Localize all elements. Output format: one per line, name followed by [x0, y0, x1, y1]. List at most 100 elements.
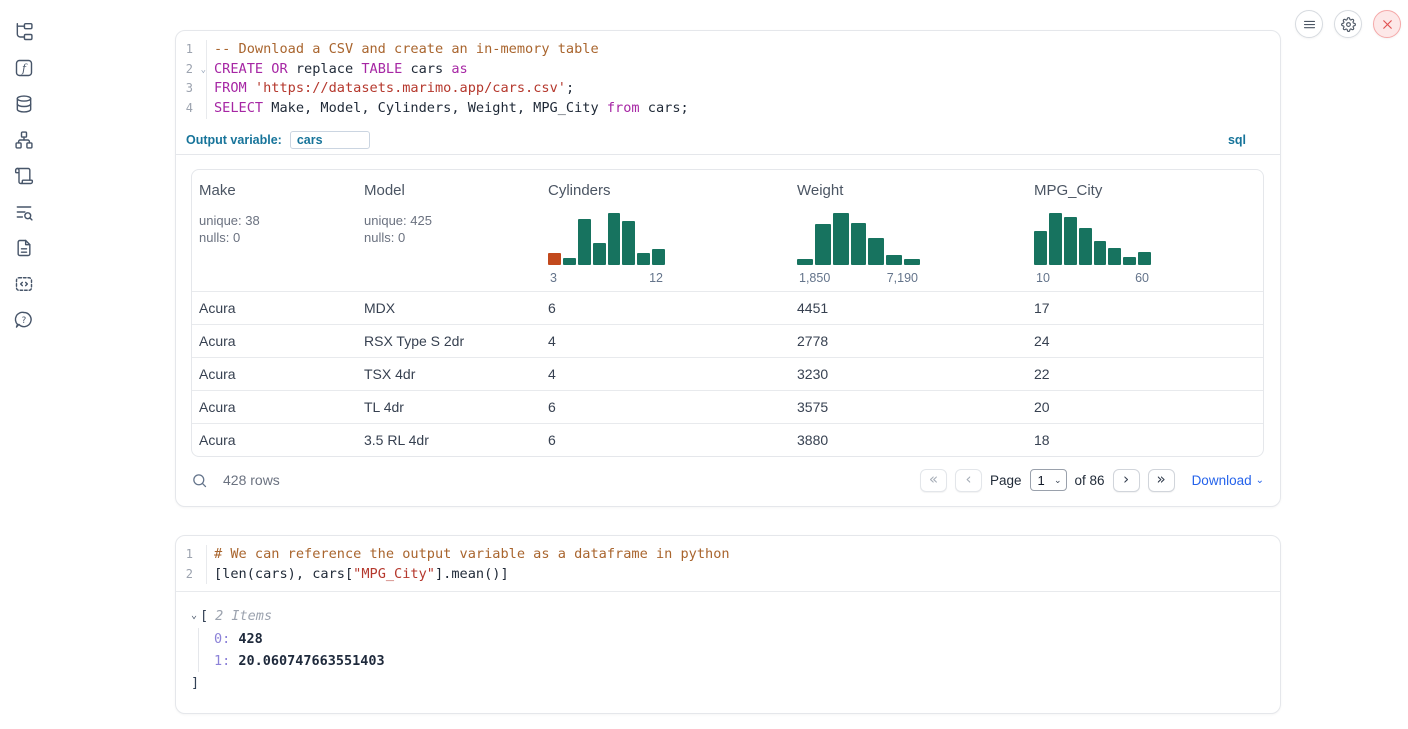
- file-tree-icon[interactable]: [13, 22, 35, 42]
- histogram-bar: [637, 253, 650, 265]
- null-count: nulls: 0: [364, 229, 541, 246]
- pagination: « ‹ Page 1 ⌄ of 86 › » Download ⌄: [920, 469, 1264, 492]
- search-button[interactable]: [191, 472, 208, 489]
- chevron-down-icon: ⌄: [1256, 475, 1264, 486]
- axis-max-label: 12: [649, 271, 663, 285]
- chevron-down-icon[interactable]: ⌄: [191, 605, 197, 627]
- code-line[interactable]: 2⌄CREATE OR replace TABLE cars as: [176, 60, 1280, 80]
- sql-cell: 1 -- Download a CSV and create an in-memo…: [175, 30, 1281, 507]
- column-header-model: Model unique: 425nulls: 0: [357, 182, 541, 285]
- line-number-gutter: 4: [176, 99, 207, 119]
- output-variable-strip: Output variable: sql: [176, 126, 1280, 155]
- previous-page-button[interactable]: ‹: [955, 469, 982, 492]
- menu-button[interactable]: [1295, 10, 1323, 38]
- histogram-bar: [1138, 252, 1151, 265]
- svg-text:f: f: [21, 62, 28, 75]
- histogram-bar: [1034, 231, 1047, 265]
- code-content[interactable]: FROM 'https://datasets.marimo.app/cars.c…: [214, 79, 574, 99]
- histogram-bar: [833, 213, 849, 265]
- item-value: 428: [238, 631, 262, 647]
- search-icon: [191, 472, 208, 489]
- histogram-bar: [851, 223, 867, 265]
- tree-root: ⌄[2 Items: [191, 605, 1280, 627]
- first-page-icon: «: [929, 472, 938, 487]
- download-button[interactable]: Download ⌄: [1192, 473, 1264, 488]
- code-token: replace: [288, 61, 362, 77]
- sidebar: f ?: [0, 0, 48, 729]
- code-content[interactable]: CREATE OR replace TABLE cars as: [214, 60, 468, 80]
- list-item: 0: 428: [214, 628, 1280, 650]
- scroll-log-icon[interactable]: [13, 166, 35, 186]
- histogram-axis-labels: 1060: [1034, 271, 1151, 285]
- last-page-button[interactable]: »: [1148, 469, 1175, 492]
- page-label: Page: [990, 473, 1022, 488]
- code-line[interactable]: 1 # We can reference the output variable …: [176, 545, 1280, 565]
- list-search-icon[interactable]: [13, 202, 35, 222]
- code-line[interactable]: 2 [len(cars), cars["MPG_City"].mean()]: [176, 565, 1280, 585]
- code-placeholder-icon[interactable]: [13, 274, 35, 294]
- line-number-gutter: 2: [176, 565, 207, 585]
- table-cell: Acura: [192, 399, 357, 415]
- column-name: Make: [199, 182, 357, 199]
- results-table: Makeunique: 38nulls: 0Modelunique: 425nu…: [191, 169, 1264, 457]
- histogram-bar: [548, 253, 561, 264]
- code-token: ;: [566, 80, 574, 96]
- language-tag[interactable]: sql: [1228, 133, 1246, 147]
- histogram-bar: [1064, 217, 1077, 265]
- table-footer: 428 rows « ‹ Page 1 ⌄ of 86 › » Download…: [176, 457, 1280, 506]
- first-page-button[interactable]: «: [920, 469, 947, 492]
- next-page-button[interactable]: ›: [1113, 469, 1140, 492]
- code-token: # We can reference the output variable a…: [214, 546, 730, 562]
- open-bracket: [: [200, 605, 208, 627]
- code-content[interactable]: # We can reference the output variable a…: [214, 545, 730, 565]
- item-index: 1:: [214, 653, 238, 669]
- python-code-editor[interactable]: 1 # We can reference the output variable …: [176, 536, 1280, 591]
- shutdown-button[interactable]: [1373, 10, 1401, 38]
- line-number: 3: [176, 79, 206, 99]
- null-count: nulls: 0: [199, 229, 357, 246]
- function-icon[interactable]: f: [13, 58, 35, 78]
- table-cell: 2778: [790, 333, 1027, 349]
- histogram-bars: [548, 213, 665, 265]
- code-token: cars: [402, 61, 451, 77]
- snippets-file-icon[interactable]: [13, 238, 35, 258]
- page-select[interactable]: 1 ⌄: [1030, 469, 1067, 491]
- histogram-bar: [1108, 248, 1121, 265]
- histogram-bar: [608, 213, 621, 265]
- table-cell: TL 4dr: [357, 399, 541, 415]
- histogram-bars: [797, 213, 920, 265]
- table-cell: Acura: [192, 432, 357, 448]
- help-icon[interactable]: ?: [13, 310, 35, 330]
- line-number-gutter: 1: [176, 40, 207, 60]
- line-number: 1: [176, 545, 206, 565]
- code-line[interactable]: 1 -- Download a CSV and create an in-memo…: [176, 40, 1280, 60]
- next-page-icon: ›: [1123, 472, 1129, 487]
- line-number: 1: [176, 40, 206, 60]
- histogram-bar: [1123, 257, 1136, 265]
- database-icon[interactable]: [13, 94, 35, 114]
- table-cell: MDX: [357, 300, 541, 316]
- code-line[interactable]: 4 SELECT Make, Model, Cylinders, Weight, …: [176, 99, 1280, 119]
- code-token: -- Download a CSV and create an in-memor…: [214, 41, 599, 57]
- code-content[interactable]: [len(cars), cars["MPG_City"].mean()]: [214, 565, 509, 585]
- line-number-gutter: 1: [176, 545, 207, 565]
- code-content[interactable]: SELECT Make, Model, Cylinders, Weight, M…: [214, 99, 689, 119]
- code-content[interactable]: -- Download a CSV and create an in-memor…: [214, 40, 599, 60]
- settings-button[interactable]: [1334, 10, 1362, 38]
- dependency-graph-icon[interactable]: [13, 130, 35, 150]
- column-stats: unique: 38nulls: 0: [199, 212, 357, 246]
- fold-chevron-icon[interactable]: ⌄: [201, 61, 206, 81]
- unique-count: unique: 425: [364, 212, 541, 229]
- sql-code-editor[interactable]: 1 -- Download a CSV and create an in-memo…: [176, 31, 1280, 126]
- table-row: AcuraRSX Type S 2dr4277824: [192, 324, 1263, 357]
- code-token: from: [607, 100, 640, 116]
- histogram-bar: [1049, 213, 1062, 265]
- column-header-weight: Weight1,8507,190: [790, 182, 1027, 285]
- column-name: Model: [364, 182, 541, 199]
- table-cell: 3.5 RL 4dr: [357, 432, 541, 448]
- axis-min-label: 3: [550, 271, 557, 285]
- table-row: AcuraTSX 4dr4323022: [192, 357, 1263, 390]
- column-name: MPG_City: [1034, 182, 1263, 199]
- output-variable-input[interactable]: [290, 131, 370, 149]
- code-line[interactable]: 3 FROM 'https://datasets.marimo.app/cars.…: [176, 79, 1280, 99]
